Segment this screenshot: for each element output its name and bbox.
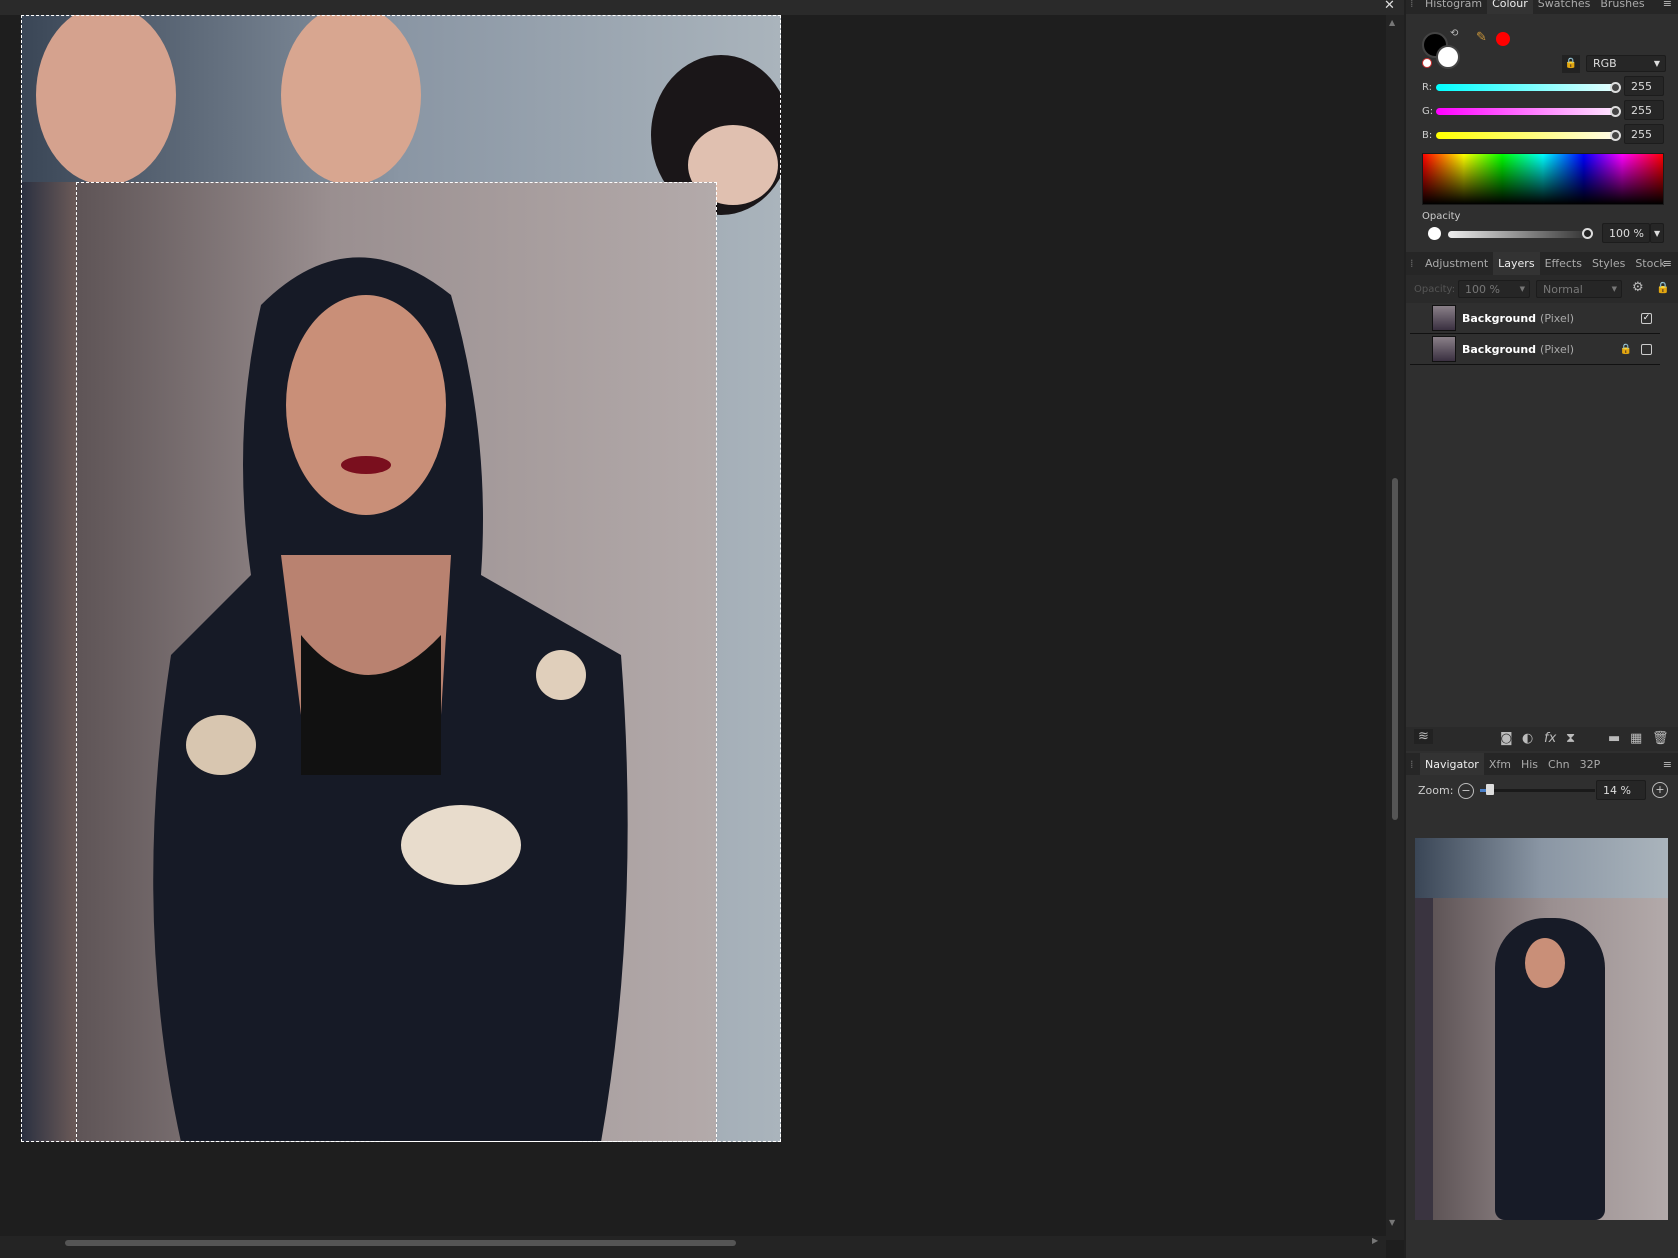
opacity-value-field[interactable]: 100 % <box>1602 223 1650 243</box>
layer-opacity-value: 100 % <box>1465 282 1500 296</box>
tab-effects[interactable]: Effects <box>1540 252 1587 275</box>
panel-menu-icon[interactable]: ≡ <box>1663 758 1672 771</box>
tab-styles[interactable]: Styles <box>1587 252 1630 275</box>
r-slider[interactable] <box>1436 84 1616 91</box>
tab-navigator[interactable]: Navigator <box>1420 753 1484 775</box>
zoom-slider-handle[interactable] <box>1486 784 1494 795</box>
navigator-preview[interactable] <box>1415 838 1668 1220</box>
trash-icon[interactable]: 🗑 <box>1652 731 1669 746</box>
scroll-down-icon[interactable]: ▼ <box>1389 1218 1395 1227</box>
panel-menu-icon[interactable]: ≡ <box>1663 257 1672 270</box>
picked-color-swatch[interactable] <box>1496 32 1510 46</box>
color-spectrum[interactable] <box>1422 153 1664 205</box>
tab-transform[interactable]: Xfm <box>1484 753 1516 775</box>
tab-adjustment[interactable]: Adjustment <box>1420 252 1493 275</box>
layers-stack-icon[interactable]: ≋ <box>1414 729 1433 744</box>
grip-icon[interactable]: ⁞ <box>1410 758 1414 771</box>
zoom-out-icon[interactable]: − <box>1458 783 1474 799</box>
zoom-value-field[interactable]: 14 % <box>1596 780 1646 800</box>
r-label: R: <box>1422 82 1433 93</box>
color-mode-value: RGB <box>1593 57 1617 70</box>
swap-colors-icon[interactable]: ⟲ <box>1450 28 1458 39</box>
right-panel: ⁞ Histogram Colour Swatches Brushes ≡ ⟲ … <box>1404 0 1678 1258</box>
b-slider-handle[interactable] <box>1610 130 1621 141</box>
layer-row[interactable]: Background (Pixel) ✓ <box>1410 303 1660 334</box>
tab-colour[interactable]: Colour <box>1487 0 1533 14</box>
navigator-panel-tabs: ⁞ Navigator Xfm His Chn 32P ≡ <box>1406 753 1678 775</box>
preview-face <box>1525 938 1565 988</box>
tab-32p[interactable]: 32P <box>1575 753 1606 775</box>
zoom-in-icon[interactable]: + <box>1652 782 1668 798</box>
blend-mode-value: Normal <box>1543 282 1583 296</box>
selection-marquee-inner <box>76 182 717 1142</box>
scroll-up-icon[interactable]: ▲ <box>1389 18 1395 27</box>
canvas-image[interactable] <box>21 5 791 1143</box>
r-slider-handle[interactable] <box>1610 82 1621 93</box>
tab-swatches[interactable]: Swatches <box>1533 0 1596 14</box>
layer-lock-icon[interactable]: 🔒 <box>1620 344 1632 355</box>
horizontal-scroll-thumb[interactable] <box>65 1240 736 1246</box>
layer-opacity-label: Opacity: <box>1414 284 1456 295</box>
close-icon[interactable]: ✕ <box>1384 0 1395 13</box>
layers-panel-tabs: ⁞ Adjustment Layers Effects Styles Stock… <box>1406 252 1678 275</box>
lock-icon[interactable]: 🔒 <box>1562 55 1580 73</box>
layer-thumbnail <box>1432 305 1456 331</box>
eyedropper-icon[interactable]: ✎ <box>1476 30 1487 45</box>
g-value-field[interactable]: 255 <box>1624 100 1664 120</box>
layer-row[interactable]: Background (Pixel) 🔒 <box>1410 334 1660 365</box>
lock-icon[interactable]: 🔒 <box>1656 281 1670 294</box>
adjustment-icon[interactable]: ◐ <box>1522 731 1533 746</box>
layer-thumbnail <box>1432 336 1456 362</box>
color-mode-select[interactable]: RGB ▼ <box>1586 55 1666 72</box>
layer-visibility-checkbox[interactable] <box>1641 343 1652 355</box>
pixel-layer-icon[interactable]: ▦ <box>1630 731 1642 746</box>
tab-history[interactable]: His <box>1516 753 1543 775</box>
grip-icon[interactable]: ⁞ <box>1410 257 1414 270</box>
layer-type: (Pixel) <box>1540 342 1575 356</box>
layer-name: Background <box>1462 342 1537 356</box>
preview-left <box>1415 898 1433 1220</box>
opacity-color-dot <box>1428 227 1441 240</box>
no-color-icon[interactable] <box>1422 58 1432 68</box>
scroll-right-icon[interactable]: ▶ <box>1372 1236 1378 1245</box>
panel-menu-icon[interactable]: ≡ <box>1663 0 1672 10</box>
opacity-slider-handle[interactable] <box>1582 228 1593 239</box>
folder-icon[interactable]: ▬ <box>1608 731 1620 746</box>
gear-icon[interactable]: ⚙ <box>1632 280 1644 295</box>
preview-top <box>1415 838 1668 898</box>
tab-channels[interactable]: Chn <box>1543 753 1575 775</box>
tab-brushes[interactable]: Brushes <box>1595 0 1649 14</box>
b-label: B: <box>1422 130 1433 141</box>
grip-icon[interactable]: ⁞ <box>1410 0 1414 10</box>
opacity-dropdown-icon[interactable]: ▼ <box>1650 223 1664 243</box>
mask-icon[interactable]: ◙ <box>1500 731 1513 746</box>
blend-mode-select[interactable]: Normal ▼ <box>1536 280 1622 298</box>
fx-icon[interactable]: fx <box>1544 731 1556 746</box>
tab-layers[interactable]: Layers <box>1493 252 1540 275</box>
secondary-color-swatch[interactable] <box>1436 45 1460 69</box>
live-filter-icon[interactable]: ⧗ <box>1566 731 1575 746</box>
opacity-slider[interactable] <box>1448 231 1588 238</box>
g-label: G: <box>1422 106 1434 117</box>
b-slider[interactable] <box>1436 132 1616 139</box>
colour-panel-tabs: ⁞ Histogram Colour Swatches Brushes ≡ <box>1406 0 1678 14</box>
zoom-label: Zoom: <box>1418 784 1454 797</box>
b-value-field[interactable]: 255 <box>1624 124 1664 144</box>
layer-visibility-checkbox[interactable]: ✓ <box>1641 312 1652 324</box>
zoom-slider[interactable] <box>1480 789 1595 792</box>
layer-name: Background <box>1462 311 1537 325</box>
tab-histogram[interactable]: Histogram <box>1420 0 1487 14</box>
opacity-label: Opacity <box>1422 211 1461 222</box>
g-slider[interactable] <box>1436 108 1616 115</box>
layer-opacity-field[interactable]: 100 % ▼ <box>1458 280 1530 298</box>
g-slider-handle[interactable] <box>1610 106 1621 117</box>
document-tab-bar <box>0 0 1404 15</box>
layer-type: (Pixel) <box>1540 311 1575 325</box>
r-value-field[interactable]: 255 <box>1624 76 1664 96</box>
vertical-scroll-thumb[interactable] <box>1392 478 1398 820</box>
